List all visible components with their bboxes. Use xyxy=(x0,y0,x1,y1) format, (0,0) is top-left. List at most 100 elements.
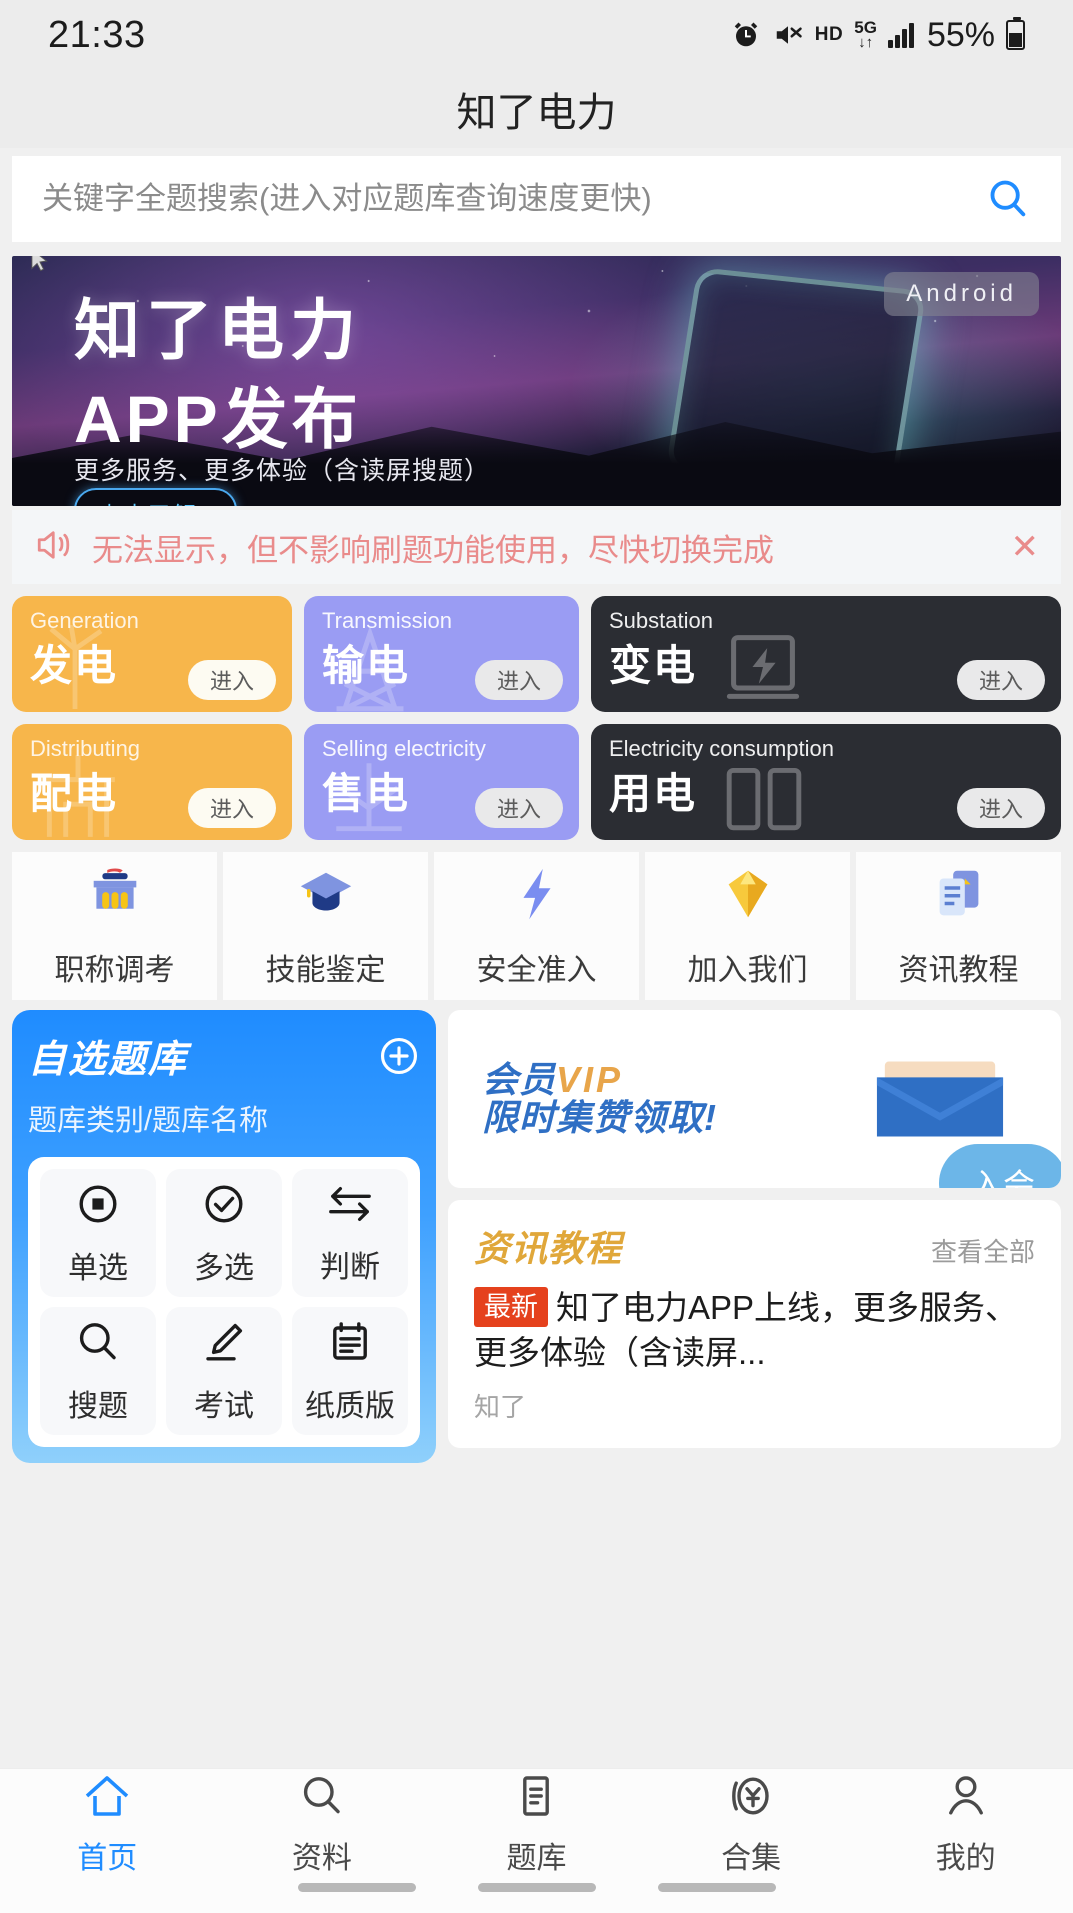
plus-circle-icon[interactable] xyxy=(378,1035,420,1077)
signal-icon xyxy=(887,22,914,48)
promo-banner[interactable]: 知了电力 APP发布 更多服务、更多体验（含读屏搜题） 点击了解> Androi… xyxy=(12,256,1061,506)
enter-button[interactable]: 进入 xyxy=(475,660,563,700)
tab-label: 题库 xyxy=(506,1841,567,1875)
distribution-icon xyxy=(32,751,124,840)
tab-label: 合集 xyxy=(721,1841,782,1875)
home-icon xyxy=(81,1772,133,1825)
bottom-navigation: 首页 资料 题库 合集 我的 xyxy=(0,1768,1073,1913)
notice-text: 无法显示，但不影响刷题功能使用，尽快切换完成 xyxy=(92,532,774,568)
search-icon[interactable] xyxy=(985,176,1031,222)
vip-line2: 限时集赞领取! xyxy=(482,1097,717,1138)
data-arrows: ↓↑ xyxy=(858,33,874,51)
clipboard-icon xyxy=(326,1318,374,1371)
battery-percent: 55% xyxy=(926,15,995,54)
tab-profile[interactable]: 我的 xyxy=(858,1769,1073,1879)
banner-title-line1: 知了电力 xyxy=(74,293,362,367)
quick-link-join-us[interactable]: 加入我们 xyxy=(645,852,850,1000)
category-card-transmission[interactable]: Transmission 输电 进入 xyxy=(304,596,579,712)
quick-link-label: 技能鉴定 xyxy=(265,953,386,987)
bank-item-search-question[interactable]: 搜题 xyxy=(40,1307,156,1435)
tab-label: 资料 xyxy=(291,1841,352,1875)
document-icon xyxy=(928,864,990,929)
enter-button[interactable]: 进入 xyxy=(188,788,276,828)
category-card-consumption[interactable]: Electricity consumption 用电 进入 xyxy=(591,724,1061,840)
vip-promo-card[interactable]: 会员VIP 限时集赞领取! VIP 入会 xyxy=(448,1010,1061,1188)
tab-collection[interactable]: 合集 xyxy=(644,1769,859,1879)
vip-text: 会员VIP 限时集赞领取! xyxy=(482,1061,717,1137)
category-card-substation[interactable]: Substation 变电 进入 xyxy=(591,596,1061,712)
close-icon[interactable]: ✕ xyxy=(1011,527,1040,567)
question-bank-grid: 单选 多选 判断 搜题 考试 纸质版 xyxy=(28,1157,420,1447)
category-card-selling[interactable]: Selling electricity 售电 进入 xyxy=(304,724,579,840)
5g-icon: 5G ↓↑ xyxy=(854,19,877,51)
question-bank-header: 自选题库 xyxy=(28,1028,420,1083)
join-vip-button[interactable]: 入会 xyxy=(939,1144,1061,1188)
quick-link-skill-certification[interactable]: 技能鉴定 xyxy=(223,852,428,1000)
transformer-icon xyxy=(721,625,805,712)
tab-list: 首页 资料 题库 合集 我的 xyxy=(0,1769,1073,1879)
page-title: 知了电力 xyxy=(0,70,1073,148)
question-bank-card: 自选题库 题库类别/题库名称 单选 多选 判断 搜题 考试 纸质版 xyxy=(12,1010,436,1463)
bank-item-multiple-choice[interactable]: 多选 xyxy=(166,1169,282,1297)
enter-button[interactable]: 进入 xyxy=(188,660,276,700)
home-indicator xyxy=(0,1879,1073,1892)
category-card-distributing[interactable]: Distributing 配电 进入 xyxy=(12,724,292,840)
enter-button[interactable]: 进入 xyxy=(957,660,1045,700)
notice-bar[interactable]: 无法显示，但不影响刷题功能使用，尽快切换完成 ✕ xyxy=(12,510,1061,584)
category-card-generation[interactable]: Generation 发电 进入 xyxy=(12,596,292,712)
search-bar[interactable] xyxy=(12,156,1061,242)
bank-item-label: 纸质版 xyxy=(305,1389,395,1423)
banner-cta-button[interactable]: 点击了解> xyxy=(74,488,238,506)
quick-link-title-exam[interactable]: 职称调考 xyxy=(12,852,217,1000)
question-bank-subtitle: 题库类别/题库名称 xyxy=(28,1105,269,1137)
tab-label: 首页 xyxy=(77,1841,138,1875)
right-column: 会员VIP 限时集赞领取! VIP 入会 资讯教程 查 xyxy=(448,1010,1061,1449)
search-icon xyxy=(74,1318,122,1371)
bank-item-paper-version[interactable]: 纸质版 xyxy=(292,1307,408,1435)
quick-link-news-tutorial[interactable]: 资讯教程 xyxy=(856,852,1061,1000)
news-source: 知了 xyxy=(474,1392,527,1423)
quick-link-safety-access[interactable]: 安全准入 xyxy=(434,852,639,1000)
quick-link-label: 安全准入 xyxy=(476,953,597,987)
meter-icon xyxy=(324,751,414,840)
mute-icon xyxy=(772,20,804,50)
radio-button-icon xyxy=(74,1180,122,1233)
arrows-icon xyxy=(325,1181,375,1232)
indicator-bar xyxy=(657,1883,776,1892)
view-all-link[interactable]: 查看全部 xyxy=(931,1232,1035,1269)
vip-line1-en: VIP xyxy=(556,1059,624,1101)
category-grid: Generation 发电 进入 Transmission 输电 进入 Subs… xyxy=(12,596,1061,840)
pylon-icon xyxy=(324,621,416,712)
bank-item-label: 单选 xyxy=(68,1251,128,1285)
news-card: 资讯教程 查看全部 最新 知了电力APP上线，更多服务、更多体验（含读屏... 知… xyxy=(448,1200,1061,1449)
bank-item-label: 考试 xyxy=(194,1389,254,1423)
indicator-bar xyxy=(477,1883,596,1892)
tab-materials[interactable]: 资料 xyxy=(215,1769,430,1879)
enter-button[interactable]: 进入 xyxy=(957,788,1045,828)
quick-link-label: 职称调考 xyxy=(54,953,175,987)
list-document-icon xyxy=(512,1772,560,1825)
speaker-icon xyxy=(34,527,76,568)
bank-item-single-choice[interactable]: 单选 xyxy=(40,1169,156,1297)
news-item[interactable]: 最新 知了电力APP上线，更多服务、更多体验（含读屏... xyxy=(474,1286,1035,1375)
main-content: 自选题库 题库类别/题库名称 单选 多选 判断 搜题 考试 纸质版 会员VIP … xyxy=(12,1010,1061,1463)
bank-item-exam[interactable]: 考试 xyxy=(166,1307,282,1435)
enter-button[interactable]: 进入 xyxy=(475,788,563,828)
bank-item-label: 判断 xyxy=(320,1250,380,1284)
pencil-icon xyxy=(200,1318,248,1371)
search-input[interactable] xyxy=(42,181,985,217)
question-bank-title: 自选题库 xyxy=(28,1039,189,1081)
category-en-label: Substation xyxy=(609,608,713,633)
vip-line1: 会员VIP xyxy=(482,1061,717,1099)
quick-links: 职称调考 技能鉴定 安全准入 加入我们 资讯教程 xyxy=(12,852,1061,1000)
hd-icon: HD xyxy=(814,24,844,45)
status-badge: 最新 xyxy=(474,1287,548,1328)
quick-link-label: 资讯教程 xyxy=(898,953,1019,987)
platform-badge: Android xyxy=(884,272,1039,316)
tab-home[interactable]: 首页 xyxy=(0,1769,215,1879)
news-headline: 知了电力APP上线，更多服务、更多体验（含读屏... xyxy=(474,1289,1019,1371)
envelope-icon: VIP xyxy=(873,1057,1007,1141)
tab-question-bank[interactable]: 题库 xyxy=(429,1769,644,1879)
bank-item-true-false[interactable]: 判断 xyxy=(292,1169,408,1297)
battery-icon xyxy=(1006,17,1025,50)
